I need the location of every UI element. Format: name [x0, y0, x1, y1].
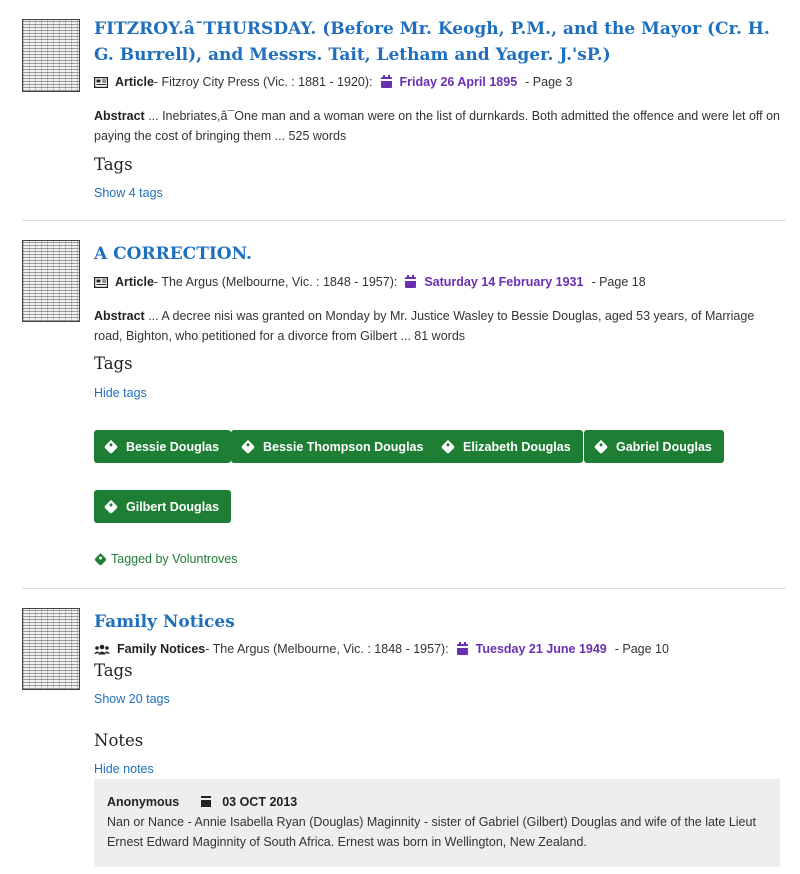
tag-button[interactable]: Elizabeth Douglas: [431, 430, 583, 463]
article-page: - Page 18: [591, 275, 646, 289]
article-page: - Page 3: [525, 75, 573, 89]
hide-notes-link[interactable]: Hide notes: [94, 760, 154, 778]
note-box: Anonymous 03 OCT 2013 Nan or Nance - Ann…: [94, 779, 780, 867]
calendar-icon: [456, 641, 468, 655]
note-text: Nan or Nance - Annie Isabella Ryan (Doug…: [107, 815, 756, 849]
tag-icon: [593, 439, 609, 454]
article-thumbnail[interactable]: [22, 19, 80, 92]
show-tags-link[interactable]: Show 20 tags: [94, 690, 170, 708]
article-title[interactable]: FITZROY.â¯THURSDAY. (Before Mr. Keogh, P…: [94, 16, 786, 68]
article-date[interactable]: Tuesday 21 June 1949: [476, 642, 607, 656]
abstract-label: Abstract: [94, 309, 145, 323]
calendar-icon: [380, 74, 392, 88]
note-header: Anonymous 03 OCT 2013: [107, 792, 767, 812]
divider: [22, 588, 786, 589]
tag-button[interactable]: Bessie Thompson Douglas: [231, 430, 436, 463]
article-abstract: Abstract ... Inebriates,â¯One man and a …: [94, 106, 786, 146]
tags-heading: Tags: [94, 155, 133, 174]
divider: [22, 220, 786, 221]
article-meta: Family Notices - The Argus (Melbourne, V…: [94, 638, 669, 660]
tagged-by-text[interactable]: Tagged by Voluntroves: [111, 552, 237, 566]
tag-icon: [240, 439, 256, 454]
tags-heading: Tags: [94, 661, 133, 680]
article-meta: Article - The Argus (Melbourne, Vic. : 1…: [93, 271, 646, 293]
note-date: 03 OCT 2013: [222, 795, 298, 809]
article-title[interactable]: A CORRECTION.: [94, 241, 252, 267]
calendar-icon: [405, 274, 417, 288]
newspaper-icon: [93, 76, 109, 88]
tags-heading: Tags: [94, 354, 133, 373]
abstract-label: Abstract: [94, 109, 145, 123]
show-tags-link[interactable]: Show 4 tags: [94, 184, 163, 202]
article-thumbnail[interactable]: [22, 608, 80, 690]
article-type: Article: [115, 275, 154, 289]
tag-icon: [440, 439, 456, 454]
tag-label: Bessie Douglas: [126, 439, 220, 454]
article-date[interactable]: Friday 26 April 1895: [400, 75, 518, 89]
abstract-text: ... A decree nisi was granted on Monday …: [94, 309, 755, 343]
calendar-icon: [200, 796, 211, 807]
article-thumbnail[interactable]: [22, 240, 80, 322]
notes-heading: Notes: [94, 731, 144, 750]
users-icon: [94, 644, 110, 655]
tag-icon: [103, 439, 119, 454]
tagged-by: Tagged by Voluntroves: [94, 552, 237, 566]
note-author: Anonymous: [107, 795, 180, 809]
article-source: - The Argus (Melbourne, Vic. : 1848 - 19…: [153, 275, 398, 289]
tag-label: Bessie Thompson Douglas: [263, 439, 424, 454]
tag-button[interactable]: Gabriel Douglas: [584, 430, 724, 463]
article-date[interactable]: Saturday 14 February 1931: [424, 275, 583, 289]
tag-label: Elizabeth Douglas: [463, 439, 571, 454]
tag-button[interactable]: Bessie Douglas: [94, 430, 232, 463]
abstract-text: ... Inebriates,â¯One man and a woman wer…: [94, 109, 781, 143]
tag-icon: [94, 552, 107, 566]
tag-button[interactable]: Gilbert Douglas: [94, 490, 232, 523]
article-title[interactable]: Family Notices: [94, 609, 235, 635]
article-source: - The Argus (Melbourne, Vic. : 1848 - 19…: [205, 642, 449, 656]
article-page: - Page 10: [614, 642, 669, 656]
hide-tags-link[interactable]: Hide tags: [94, 384, 147, 402]
article-source: - Fitzroy City Press (Vic. : 1881 - 1920…: [153, 75, 373, 89]
tag-icon: [103, 499, 119, 514]
newspaper-icon: [93, 276, 109, 288]
tag-label: Gilbert Douglas: [126, 499, 220, 514]
article-type: Article: [115, 75, 154, 89]
article-type: Family Notices: [117, 642, 206, 656]
tag-label: Gabriel Douglas: [616, 439, 712, 454]
article-meta: Article - Fitzroy City Press (Vic. : 188…: [93, 71, 573, 93]
article-abstract: Abstract ... A decree nisi was granted o…: [94, 306, 786, 346]
